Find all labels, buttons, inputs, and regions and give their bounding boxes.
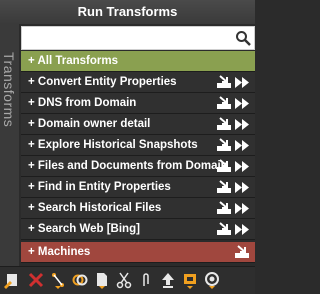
row-label: + Search Historical Files (28, 202, 162, 214)
row-label: + All Transforms (28, 55, 119, 67)
frame-icon[interactable] (182, 271, 198, 289)
row-label: + Machines (28, 246, 91, 258)
up-arrow-icon[interactable] (160, 271, 176, 289)
row-label: + DNS from Domain (28, 97, 137, 109)
row-label: + Find in Entity Properties (28, 181, 171, 193)
dropdown-arrow-icon (99, 286, 105, 289)
dropdown-arrow-icon (209, 286, 215, 289)
bottom-toolbar (0, 266, 255, 294)
link-icon[interactable] (50, 271, 66, 289)
rings-icon[interactable] (72, 271, 88, 289)
run-all-icon[interactable] (235, 203, 249, 214)
run-all-icon[interactable] (235, 140, 249, 151)
transform-row[interactable]: + Domain owner detail (21, 114, 255, 135)
attach-icon[interactable] (138, 271, 154, 289)
row-label: + Domain owner detail (28, 118, 151, 130)
run-transform-icon[interactable] (217, 159, 231, 173)
dropdown-arrow-icon (55, 286, 61, 289)
run-all-icon[interactable] (235, 182, 249, 193)
target-icon[interactable] (204, 271, 220, 289)
transform-row[interactable]: + Search Web [Bing] (21, 219, 255, 240)
row-label: + Files and Documents from Domain (28, 160, 228, 172)
run-transform-icon[interactable] (217, 201, 231, 215)
transform-row[interactable]: + DNS from Domain (21, 93, 255, 114)
transform-row[interactable]: + Find in Entity Properties (21, 177, 255, 198)
side-tab-transforms[interactable]: Transforms (0, 24, 19, 293)
run-transform-icon[interactable] (217, 75, 231, 89)
run-transform-icon[interactable] (217, 138, 231, 152)
cut-icon[interactable] (116, 271, 132, 289)
transform-row[interactable]: + Files and Documents from Domain (21, 156, 255, 177)
row-label: + Explore Historical Snapshots (28, 139, 198, 151)
run-transform-icon[interactable] (217, 117, 231, 131)
machines-row[interactable]: + Machines (21, 242, 255, 263)
search-input[interactable] (22, 27, 238, 49)
run-all-icon[interactable] (235, 119, 249, 130)
search-icon[interactable] (235, 30, 251, 46)
all-transforms-row[interactable]: + All Transforms (21, 51, 255, 72)
run-all-icon[interactable] (235, 224, 249, 235)
transform-row[interactable]: + Search Historical Files (21, 198, 255, 219)
dropdown-arrow-icon (187, 286, 193, 289)
transform-row[interactable]: + Convert Entity Properties (21, 72, 255, 93)
run-transform-icon[interactable] (217, 222, 231, 236)
run-transform-icon[interactable] (217, 180, 231, 194)
row-label: + Search Web [Bing] (28, 223, 140, 235)
search-box (21, 26, 255, 50)
window-title: Run Transforms (0, 0, 255, 24)
side-tab-label: Transforms (1, 52, 17, 128)
run-all-icon[interactable] (235, 98, 249, 109)
run-transform-icon[interactable] (217, 96, 231, 110)
row-label: + Convert Entity Properties (28, 76, 177, 88)
remove-icon[interactable] (28, 271, 44, 289)
run-all-icon[interactable] (235, 161, 249, 172)
delete-entity-icon[interactable] (4, 271, 20, 289)
transform-row[interactable]: + Explore Historical Snapshots (21, 135, 255, 156)
run-all-icon[interactable] (235, 77, 249, 88)
document-icon[interactable] (94, 271, 110, 289)
transforms-panel: + All Transforms + Convert Entity Proper… (21, 26, 255, 264)
run-machine-icon[interactable] (235, 245, 249, 259)
